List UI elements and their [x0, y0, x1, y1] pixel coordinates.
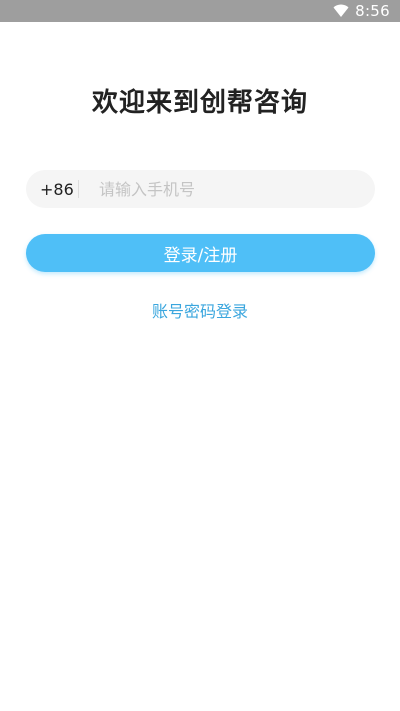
phone-input[interactable]	[79, 170, 375, 208]
page-title: 欢迎来到创帮咨询	[91, 88, 308, 118]
wifi-icon	[333, 4, 349, 17]
status-bar: 8:56	[0, 0, 400, 22]
login-register-button[interactable]: 登录/注册	[26, 234, 375, 272]
country-code[interactable]: +86	[26, 180, 78, 199]
phone-input-row: +86	[26, 170, 375, 208]
password-login-link[interactable]: 账号密码登录	[0, 298, 400, 322]
status-time: 8:56	[355, 2, 390, 20]
